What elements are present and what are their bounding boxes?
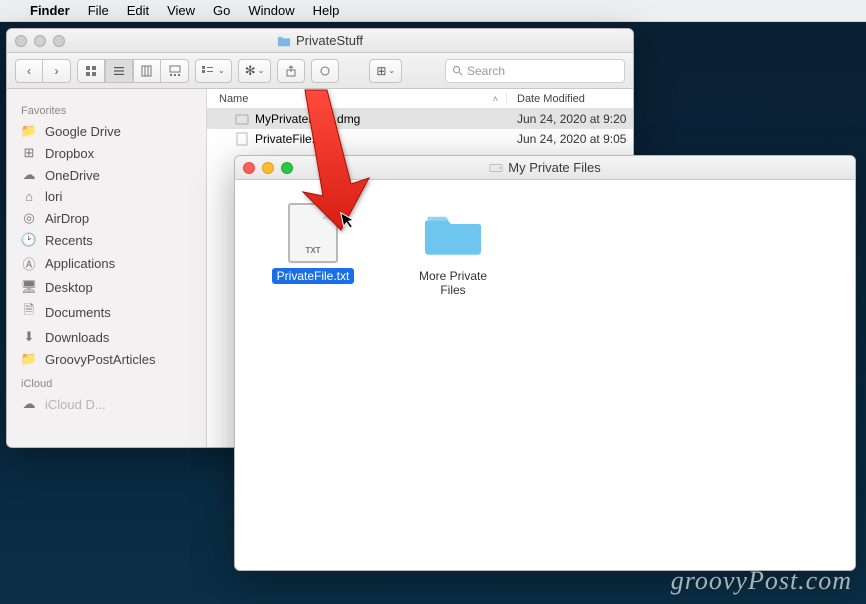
- icon-view[interactable]: PrivateFile.txt More Private Files: [235, 180, 855, 570]
- downloads-icon: ⬇: [21, 329, 37, 345]
- file-row[interactable]: PrivateFile.txt Jun 24, 2020 at 9:05: [207, 129, 633, 149]
- close-icon[interactable]: [15, 35, 27, 47]
- column-name[interactable]: Name˄: [207, 93, 507, 105]
- clock-icon: 🕑: [21, 232, 37, 248]
- icon-view-button[interactable]: [77, 59, 105, 83]
- sidebar-item-onedrive[interactable]: ☁ OneDrive: [7, 164, 206, 186]
- sidebar-item-airdrop[interactable]: ◎ AirDrop: [7, 207, 206, 229]
- nav-buttons: ‹ ›: [15, 59, 71, 83]
- sidebar-item-desktop[interactable]: 🖥 Desktop: [7, 276, 206, 298]
- file-date: Jun 24, 2020 at 9:05: [507, 132, 633, 146]
- list-view-button[interactable]: [105, 59, 133, 83]
- sidebar-item-label: lori: [45, 189, 62, 204]
- sidebar-item-groovypost[interactable]: 📁 GroovyPostArticles: [7, 348, 206, 370]
- airdrop-icon: ◎: [21, 210, 37, 226]
- file-date: Jun 24, 2020 at 9:20: [507, 112, 633, 126]
- zoom-icon[interactable]: [53, 35, 65, 47]
- sidebar-item-label: OneDrive: [45, 168, 100, 183]
- file-item-privatefile[interactable]: PrivateFile.txt: [263, 204, 363, 284]
- gallery-view-button[interactable]: [161, 59, 189, 83]
- titlebar[interactable]: My Private Files: [235, 156, 855, 180]
- txt-file-icon: [284, 204, 342, 262]
- file-name: PrivateFile.txt: [255, 132, 328, 146]
- window-title: My Private Files: [508, 160, 600, 175]
- sidebar-item-label: Dropbox: [45, 146, 94, 161]
- documents-icon: 🗎: [21, 301, 37, 323]
- txt-icon: [235, 132, 249, 146]
- group-button[interactable]: ⌄: [195, 59, 232, 83]
- sidebar-item-google-drive[interactable]: 📁 Google Drive: [7, 120, 206, 142]
- share-button[interactable]: [277, 59, 305, 83]
- sidebar-item-documents[interactable]: 🗎 Documents: [7, 298, 206, 326]
- desktop-icon: 🖥: [21, 279, 37, 295]
- sidebar-item-label: AirDrop: [45, 211, 89, 226]
- sidebar-item-downloads[interactable]: ⬇ Downloads: [7, 326, 206, 348]
- search-placeholder: Search: [467, 64, 505, 78]
- minimize-icon[interactable]: [34, 35, 46, 47]
- zoom-icon[interactable]: [281, 162, 293, 174]
- disk-icon: [489, 161, 503, 175]
- menu-edit[interactable]: Edit: [127, 3, 149, 18]
- tags-button[interactable]: [311, 59, 339, 83]
- traffic-lights[interactable]: [243, 162, 293, 174]
- dropbox-button[interactable]: ⊞⌄: [369, 59, 402, 83]
- search-field[interactable]: Search: [445, 59, 625, 83]
- action-button[interactable]: ✻⌄: [238, 59, 272, 83]
- finder-window-myprivatefiles: My Private Files PrivateFile.txt More Pr…: [234, 155, 856, 571]
- toolbar: ‹ › ⌄ ✻⌄ ⊞⌄ Search: [7, 53, 633, 89]
- sidebar-item-label: iCloud D...: [45, 397, 106, 412]
- window-title: PrivateStuff: [296, 33, 363, 48]
- sort-asc-icon: ˄: [493, 94, 498, 104]
- sidebar-item-label: Downloads: [45, 330, 109, 345]
- close-icon[interactable]: [243, 162, 255, 174]
- menu-file[interactable]: File: [88, 3, 109, 18]
- sidebar-item-label: Applications: [45, 256, 115, 271]
- forward-button[interactable]: ›: [43, 59, 71, 83]
- back-button[interactable]: ‹: [15, 59, 43, 83]
- app-name[interactable]: Finder: [30, 3, 70, 18]
- menu-help[interactable]: Help: [313, 3, 340, 18]
- dmg-icon: [235, 112, 249, 126]
- apps-icon: Ⓐ: [21, 254, 37, 273]
- column-view-button[interactable]: [133, 59, 161, 83]
- sidebar-item-label: Recents: [45, 233, 93, 248]
- sidebar-favorites-header: Favorites: [7, 97, 206, 120]
- folder-label: More Private Files: [403, 268, 503, 298]
- traffic-lights[interactable]: [15, 35, 65, 47]
- system-menubar: Finder File Edit View Go Window Help: [0, 0, 866, 22]
- column-header-row: Name˄ Date Modified: [207, 89, 633, 109]
- sidebar-item-label: Desktop: [45, 280, 93, 295]
- titlebar[interactable]: PrivateStuff: [7, 29, 633, 53]
- home-icon: ⌂: [21, 189, 37, 204]
- folder-icon: 📁: [21, 351, 37, 367]
- search-icon: [452, 65, 463, 76]
- folder-icon: [424, 204, 482, 262]
- sidebar-item-home[interactable]: ⌂ lori: [7, 186, 206, 207]
- menu-window[interactable]: Window: [248, 3, 294, 18]
- view-buttons: [77, 59, 189, 83]
- folder-item-moreprivate[interactable]: More Private Files: [403, 204, 503, 298]
- file-label: PrivateFile.txt: [272, 268, 355, 284]
- watermark: groovyPost.com: [671, 566, 852, 596]
- cloud-icon: ☁: [21, 396, 37, 412]
- file-name: MyPrivateFiles.dmg: [255, 112, 360, 126]
- sidebar-item-label: Google Drive: [45, 124, 121, 139]
- sidebar-icloud-header: iCloud: [7, 370, 206, 393]
- sidebar-item-label: GroovyPostArticles: [45, 352, 156, 367]
- menu-go[interactable]: Go: [213, 3, 230, 18]
- folder-icon: [277, 34, 291, 48]
- cloud-icon: ☁: [21, 167, 37, 183]
- column-date[interactable]: Date Modified: [507, 93, 633, 105]
- sidebar-item-applications[interactable]: Ⓐ Applications: [7, 251, 206, 276]
- sidebar-item-icloud-drive[interactable]: ☁ iCloud D...: [7, 393, 206, 415]
- minimize-icon[interactable]: [262, 162, 274, 174]
- file-row[interactable]: MyPrivateFiles.dmg Jun 24, 2020 at 9:20: [207, 109, 633, 129]
- dropbox-icon: ⊞: [21, 145, 37, 161]
- folder-icon: 📁: [21, 123, 37, 139]
- sidebar: Favorites 📁 Google Drive ⊞ Dropbox ☁ OneDri…: [7, 89, 207, 447]
- sidebar-item-dropbox[interactable]: ⊞ Dropbox: [7, 142, 206, 164]
- sidebar-item-label: Documents: [45, 305, 111, 320]
- menu-view[interactable]: View: [167, 3, 195, 18]
- sidebar-item-recents[interactable]: 🕑 Recents: [7, 229, 206, 251]
